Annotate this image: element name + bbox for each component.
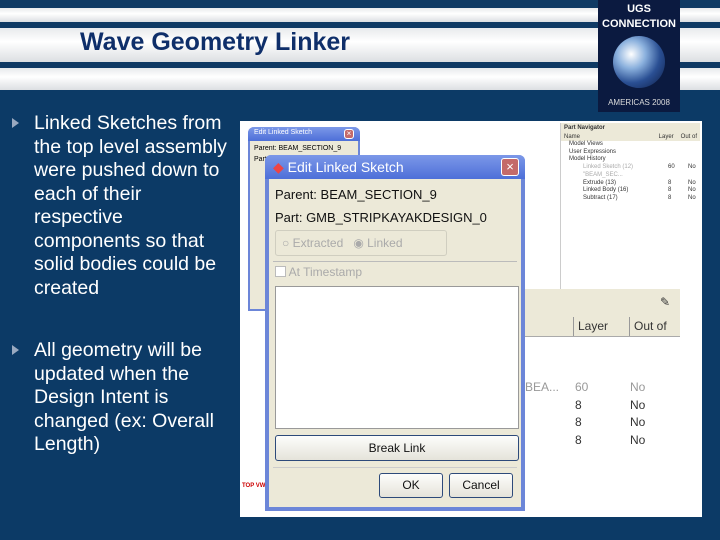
out-value: No	[688, 179, 696, 186]
bullet-item: Linked Sketches from the top level assem…	[12, 112, 234, 300]
view-label: TOP VW	[242, 483, 266, 489]
break-link-button[interactable]: Break Link	[275, 435, 519, 461]
close-icon[interactable]: ×	[344, 129, 354, 139]
layer-value: 8	[668, 194, 672, 201]
layer-value: 8	[575, 397, 582, 412]
out-value: No	[688, 187, 696, 194]
tree-item[interactable]: Subtract (17)	[583, 195, 668, 203]
col-layer[interactable]: Layer	[659, 134, 681, 140]
checkbox-label: At Timestamp	[288, 265, 363, 279]
radio-linked[interactable]: ◉ Linked	[353, 236, 402, 250]
sketch-icon: ◆	[273, 159, 284, 175]
part-navigator-zoomed: ✎ Layer Out of BEA... 60 No 8 No 8 No 8 No	[525, 289, 680, 517]
globe-icon	[613, 36, 665, 88]
divider	[273, 261, 517, 262]
parent-label: Parent: BEAM_SECTION_9	[275, 187, 437, 202]
layer-value: 8	[575, 432, 582, 447]
col-out[interactable]: Out of	[629, 317, 671, 336]
col-name[interactable]: Name	[564, 134, 659, 140]
tree-item[interactable]: Extrude (13)	[583, 180, 668, 188]
logo-text: AMERICAS 2008	[608, 98, 670, 107]
layer-value: 8	[668, 179, 672, 186]
layer-value: 60	[575, 380, 589, 394]
tree-item[interactable]: Model Views	[569, 141, 700, 149]
dialog-title: Edit Linked Sketch	[254, 129, 312, 136]
radio-group: ○ Extracted ◉ Linked	[275, 230, 447, 256]
pin-icon[interactable]: ✎	[525, 289, 680, 317]
out-value: No	[630, 380, 646, 394]
navigator-title: Part Navigator	[561, 123, 700, 133]
layer-value: 60	[668, 164, 675, 171]
radio-label: Extracted	[292, 236, 344, 250]
part-navigator: Part Navigator Name Layer Out of Model Vie…	[560, 123, 700, 291]
slide-title: Wave Geometry Linker	[80, 28, 351, 56]
radio-extracted[interactable]: ○ Extracted	[282, 236, 343, 250]
col-out[interactable]: Out of	[681, 134, 697, 140]
close-button[interactable]: ×	[501, 158, 519, 176]
tree-item[interactable]: BEA...	[525, 379, 575, 397]
ugs-logo: UGS CONNECTION AMERICAS 2008	[598, 0, 680, 112]
out-value: No	[688, 164, 696, 171]
at-timestamp-checkbox[interactable]: At Timestamp	[275, 265, 362, 279]
logo-text: UGS	[627, 3, 651, 15]
col-layer[interactable]: Layer	[573, 317, 629, 336]
edit-linked-sketch-dialog: ◆ Edit Linked Sketch × Parent: BEAM_SECTI…	[265, 155, 525, 511]
bullet-text: Linked Sketches from the top level assem…	[34, 112, 227, 299]
radio-label: Linked	[367, 236, 403, 250]
bullet-item: All geometry will be updated when the De…	[12, 339, 234, 457]
tree-item[interactable]: Linked Body (16)	[583, 187, 668, 195]
divider	[273, 467, 517, 468]
list-box[interactable]	[275, 286, 519, 429]
bullet-arrow-icon	[12, 345, 19, 355]
parent-label: Parent: BEAM_SECTION_9	[254, 145, 342, 152]
part-label: Part: GMB_STRIPKAYAKDESIGN_0	[275, 210, 487, 225]
ok-button[interactable]: OK	[379, 473, 443, 498]
tree-item[interactable]: User Expressions	[569, 149, 700, 157]
tree-item[interactable]: Model History	[569, 156, 700, 164]
out-value: No	[630, 415, 646, 429]
out-value: No	[630, 432, 646, 447]
screenshot: Part Navigator Name Layer Out of Model Vie…	[240, 121, 702, 517]
logo-text: CONNECTION	[602, 18, 676, 30]
out-value: No	[688, 194, 696, 201]
dialog-titlebar: ◆ Edit Linked Sketch ×	[265, 155, 525, 179]
cancel-button[interactable]: Cancel	[449, 473, 513, 498]
layer-value: 8	[575, 415, 582, 429]
bullet-arrow-icon	[12, 118, 19, 128]
tree-item[interactable]: Linked Sketch (12) "BEAM_SEC...	[583, 164, 668, 179]
layer-value: 8	[668, 187, 672, 194]
bullet-text: All geometry will be updated when the De…	[34, 339, 214, 455]
dialog-title: Edit Linked Sketch	[287, 159, 404, 175]
out-value: No	[630, 397, 646, 412]
back-dialog-titlebar: Edit Linked Sketch ×	[248, 127, 360, 141]
